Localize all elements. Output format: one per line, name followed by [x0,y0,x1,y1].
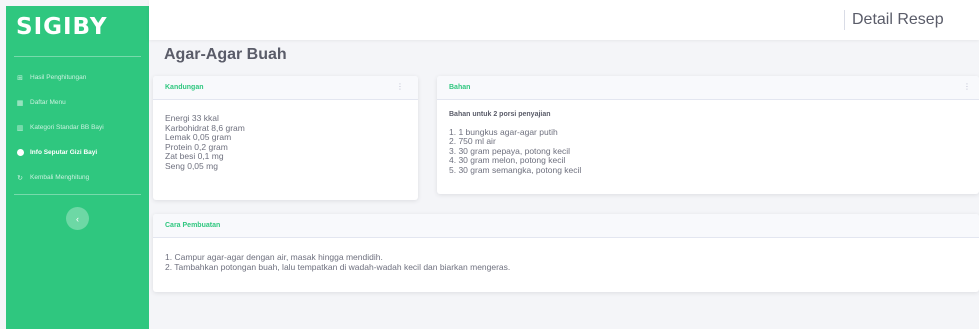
bahan-list: 1. 1 bungkus agar-agar putih 2. 750 ml a… [449,126,967,176]
sidebar-divider [14,56,141,57]
card-title: Bahan [449,84,471,91]
card-title: Cara Pembuatan [165,222,221,229]
more-vertical-icon[interactable]: ⋮ [396,82,404,91]
sidebar-item-info-gizi[interactable]: Info Seputar Gizi Bayi [6,140,149,165]
info-icon [15,149,25,156]
more-vertical-icon[interactable]: ⋮ [963,82,971,91]
sidebar-item-label: Kembali Menghitung [30,174,90,181]
card-body: 1. Campur agar-agar dengan air, masak hi… [153,238,979,282]
list-item: 2. Tambahkan potongan buah, lalu tempatk… [165,261,511,272]
card-title: Kandungan [165,84,204,91]
table-icon: ▦ [16,99,24,107]
list-item: 1. 1 bungkus agar-agar putih [449,126,558,137]
sidebar-item-label: Hasil Penghitungan [30,74,87,81]
sidebar-item-hasil-penghitungan[interactable]: ⊞ Hasil Penghitungan [6,65,149,90]
topbar: Detail Resep [149,0,979,40]
list-item: Seng 0,05 mg [165,160,218,171]
card-header: Cara Pembuatan [153,214,979,238]
list-item: 5. 30 gram semangka, potong kecil [449,164,582,175]
page-title: Agar-Agar Buah [164,46,287,63]
brand-logo[interactable]: SIGIBY [6,6,149,48]
sidebar-item-label: Daftar Menu [30,99,66,106]
sidebar-item-kembali-menghitung[interactable]: ↻ Kembali Menghitung [6,165,149,190]
chevron-left-icon: ‹ [76,213,79,224]
sidebar-nav: ⊞ Hasil Penghitungan ▦ Daftar Menu ▥ Kat… [6,65,149,190]
cara-list: 1. Campur agar-agar dengan air, masak hi… [165,252,967,272]
bahan-card: Bahan ⋮ Bahan untuk 2 porsi penyajian 1.… [437,76,979,194]
sidebar-item-label: Info Seputar Gizi Bayi [30,149,98,156]
card-body: Energi 33 kkal Karbohidrat 8,6 gram Lema… [153,100,418,182]
refresh-icon: ↻ [17,174,23,182]
cara-pembuatan-card: Cara Pembuatan 1. Campur agar-agar denga… [153,214,979,292]
bahan-subtitle: Bahan untuk 2 porsi penyajian [449,111,551,118]
kandungan-card: Kandungan ⋮ Energi 33 kkal Karbohidrat 8… [153,76,418,200]
sidebar-item-daftar-menu[interactable]: ▦ Daftar Menu [6,90,149,115]
topbar-title: Detail Resep [852,11,944,28]
card-header: Kandungan ⋮ [153,76,418,100]
sidebar: SIGIBY ⊞ Hasil Penghitungan ▦ Daftar Men… [6,6,149,329]
card-body: Bahan untuk 2 porsi penyajian 1. 1 bungk… [437,100,979,186]
kandungan-list: Energi 33 kkal Karbohidrat 8,6 gram Lema… [165,113,406,172]
sidebar-divider [14,194,141,195]
sidebar-toggle-button[interactable]: ‹ [66,207,89,230]
calculator-icon: ⊞ [17,74,23,82]
chart-icon: ▥ [16,124,24,132]
sidebar-item-kategori-standar[interactable]: ▥ Kategori Standar BB Bayi [6,115,149,140]
sidebar-item-label: Kategori Standar BB Bayi [30,124,104,131]
topbar-divider [844,10,845,30]
card-header: Bahan ⋮ [437,76,979,100]
